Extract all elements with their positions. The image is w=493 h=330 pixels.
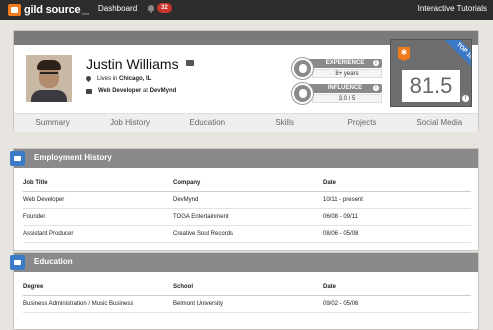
star-badge-icon: ✱ xyxy=(398,47,410,61)
education-section: Education Degree School Date Business Ad… xyxy=(10,252,479,330)
gild-score-box: ✱ 81.5 i TOP 10% xyxy=(390,39,472,107)
education-table: Degree School Date Business Administrati… xyxy=(23,279,471,313)
column-header: Company xyxy=(173,180,201,186)
briefcase-icon xyxy=(86,88,92,94)
gild-source-logo[interactable]: gild source beta xyxy=(8,3,89,17)
tab-projects[interactable]: Projects xyxy=(323,114,400,132)
experience-icon xyxy=(292,58,313,79)
tab-social-media[interactable]: Social Media xyxy=(401,114,478,132)
info-icon[interactable]: i xyxy=(373,60,379,66)
profile-avatar xyxy=(26,55,72,102)
employment-history-header: Employment History xyxy=(10,149,478,168)
logo-text: gild source xyxy=(24,4,81,16)
column-header: School xyxy=(173,284,194,290)
influence-icon xyxy=(292,83,313,104)
experience-stat: EXPERIENCE i 8+ years xyxy=(292,58,384,79)
profile-tabs: Summary Job History Education Skills Pro… xyxy=(14,113,478,132)
table-cell: TOGA Entertainment xyxy=(173,214,229,220)
education-header: Education xyxy=(10,253,478,272)
tab-education[interactable]: Education xyxy=(169,114,246,132)
location-pin-icon xyxy=(86,76,91,82)
column-header: Date xyxy=(323,284,337,290)
influence-stat: INFLUENCE i 3.0 / 5 xyxy=(292,83,384,104)
interactive-tutorials-link[interactable]: Interactive Tutorials xyxy=(418,4,487,13)
table-cell: Web Developer xyxy=(23,197,65,203)
employment-history-title: Employment History xyxy=(34,153,112,162)
tab-job-history[interactable]: Job History xyxy=(91,114,168,132)
job-title-value: Web Developer xyxy=(98,88,142,94)
info-icon[interactable]: i xyxy=(373,85,379,91)
table-row: Assistant Producer Creative Soul Records… xyxy=(23,226,471,243)
table-cell: 06/08 - 09/11 xyxy=(323,214,358,220)
employment-table: Job Title Company Date Web Developer Dev… xyxy=(23,175,471,243)
table-cell: Belmont University xyxy=(173,301,224,307)
bell-icon xyxy=(147,4,155,13)
education-icon xyxy=(10,255,25,270)
logo-mark-icon xyxy=(8,4,21,16)
lives-in-prefix: Lives in xyxy=(97,76,118,82)
table-header-row: Job Title Company Date xyxy=(23,175,471,192)
column-header: Date xyxy=(323,180,337,186)
table-cell: 09/02 - 05/06 xyxy=(323,301,359,307)
table-row: Founder TOGA Entertainment 06/08 - 09/11 xyxy=(23,209,471,226)
tab-summary[interactable]: Summary xyxy=(14,114,91,132)
influence-label: INFLUENCE i xyxy=(308,84,382,93)
profile-card: Justin Williams Lives in Chicago, IL Web… xyxy=(13,30,479,132)
logo-beta-tag: beta xyxy=(81,10,90,16)
company-value: DevMynd xyxy=(149,88,177,94)
tab-skills[interactable]: Skills xyxy=(246,114,323,132)
dashboard-link[interactable]: Dashboard xyxy=(98,4,137,13)
column-header: Degree xyxy=(23,284,44,290)
table-cell: Assistant Producer xyxy=(23,231,74,237)
profile-name: Justin Williams xyxy=(86,56,179,72)
location-value: Chicago, IL xyxy=(119,76,152,82)
mail-icon[interactable] xyxy=(186,60,194,66)
table-cell: DevMynd xyxy=(173,197,199,203)
employment-icon xyxy=(10,151,25,166)
info-icon[interactable]: i xyxy=(462,95,469,102)
table-cell: Creative Soul Records xyxy=(173,231,234,237)
location-row: Lives in Chicago, IL xyxy=(86,76,151,82)
table-header-row: Degree School Date xyxy=(23,279,471,296)
gild-score-value: 81.5 xyxy=(402,70,460,102)
table-row: Web Developer DevMynd 10/11 - present xyxy=(23,192,471,209)
table-cell: 10/11 - present xyxy=(323,197,363,203)
influence-value: 3.0 / 5 xyxy=(312,94,382,103)
top-navigation-bar: gild source beta Dashboard 32 Interactiv… xyxy=(0,0,493,20)
table-cell: Founder xyxy=(23,214,46,220)
notification-count-badge: 32 xyxy=(157,3,172,13)
job-at-text: at xyxy=(142,88,148,94)
current-job-row: Web Developer at DevMynd xyxy=(86,88,176,94)
table-cell: 08/06 - 05/08 xyxy=(323,231,359,237)
table-row: Business Administration / Music Business… xyxy=(23,296,471,313)
experience-label: EXPERIENCE i xyxy=(308,59,382,68)
education-title: Education xyxy=(34,257,73,266)
column-header: Job Title xyxy=(23,180,48,186)
employment-history-section: Employment History Job Title Company Dat… xyxy=(10,148,479,251)
experience-value: 8+ years xyxy=(312,69,382,78)
notifications-button[interactable]: 32 xyxy=(147,3,172,13)
table-cell: Business Administration / Music Business xyxy=(23,301,134,307)
